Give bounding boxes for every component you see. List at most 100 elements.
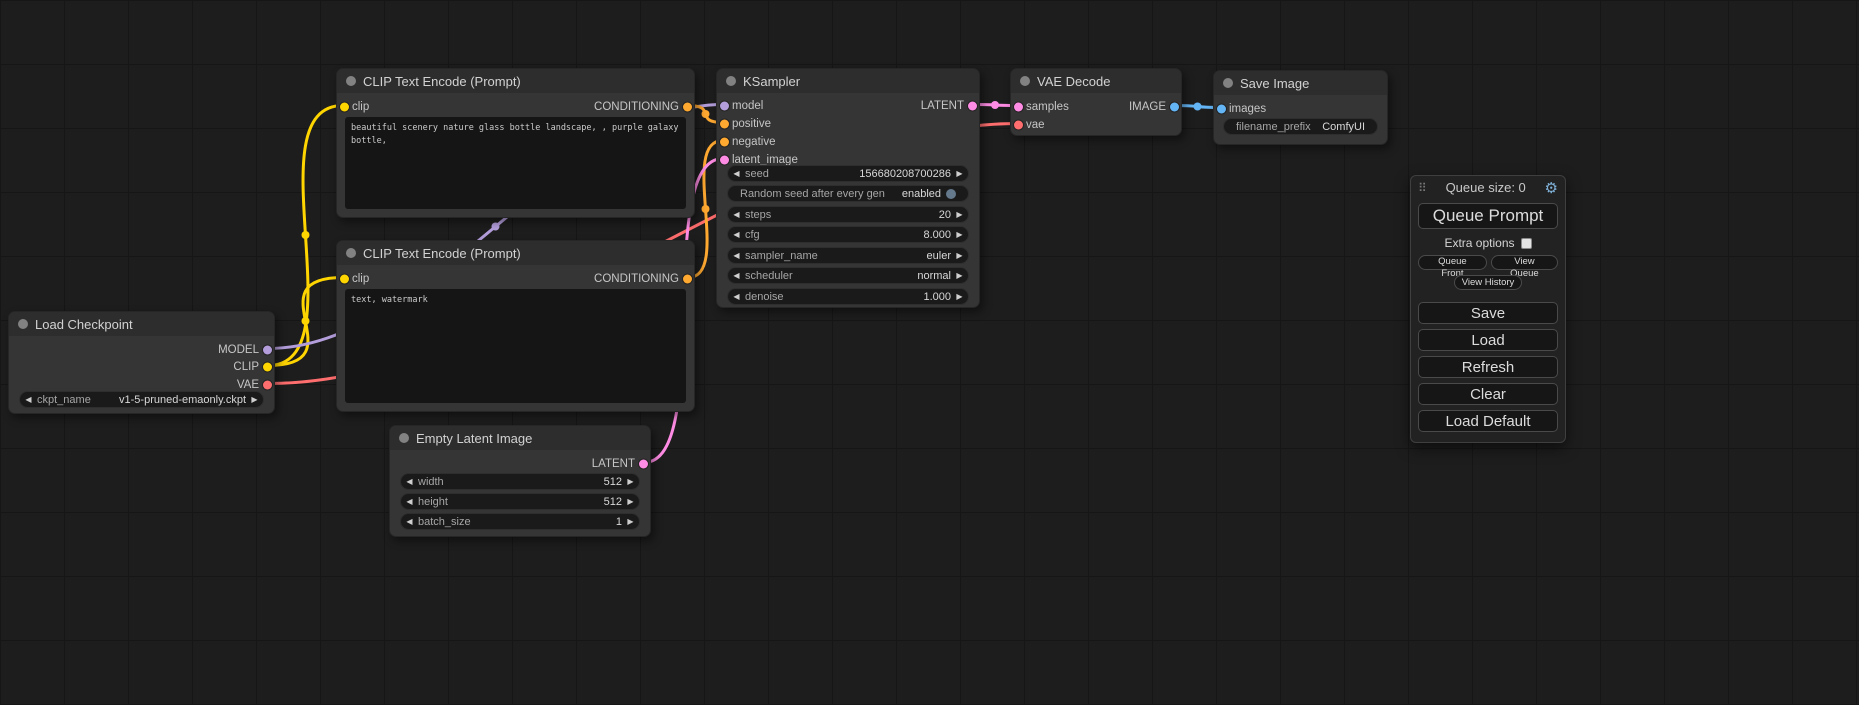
widget-scheduler[interactable]: ◀ scheduler normal ▶ [727, 267, 969, 284]
widget-steps[interactable]: ◀ steps 20 ▶ [727, 206, 969, 223]
slot-dot-model[interactable] [263, 345, 272, 354]
widget-width[interactable]: ◀ width 512 ▶ [400, 473, 640, 490]
arrow-left-icon[interactable]: ◀ [401, 514, 418, 529]
widget-seed[interactable]: ◀ seed 156680208700286 ▶ [727, 165, 969, 182]
output-slot-clip: CLIP [233, 359, 274, 374]
output-slot-conditioning: CONDITIONING [594, 271, 694, 286]
collapse-dot-icon[interactable] [1020, 76, 1030, 86]
output-slot-image: IMAGE [1129, 99, 1181, 114]
view-queue-button[interactable]: View Queue [1491, 255, 1558, 270]
arrow-left-icon[interactable]: ◀ [728, 289, 745, 304]
queue-actions-row: Queue Front View Queue [1418, 255, 1558, 270]
widget-cfg[interactable]: ◀ cfg 8.000 ▶ [727, 226, 969, 243]
queue-front-button[interactable]: Queue Front [1418, 255, 1487, 270]
node-empty-latent-image[interactable]: Empty Latent Image LATENT ◀ width 512 ▶ … [389, 425, 651, 537]
refresh-button[interactable]: Refresh [1418, 356, 1558, 378]
widget-sampler-name[interactable]: ◀ sampler_name euler ▶ [727, 247, 969, 264]
prompt-textarea[interactable]: beautiful scenery nature glass bottle la… [345, 117, 686, 209]
collapse-dot-icon[interactable] [346, 248, 356, 258]
load-default-button[interactable]: Load Default [1418, 410, 1558, 432]
widget-batch-size[interactable]: ◀ batch_size 1 ▶ [400, 513, 640, 530]
slot-dot-conditioning[interactable] [683, 274, 692, 283]
output-slot-conditioning: CONDITIONING [594, 99, 694, 114]
slot-dot-clip[interactable] [340, 102, 349, 111]
node-clip-text-encode-negative[interactable]: CLIP Text Encode (Prompt) clip CONDITION… [336, 240, 695, 412]
arrow-right-icon[interactable]: ▶ [951, 227, 968, 242]
drag-handle-icon[interactable]: ⠿ [1418, 181, 1427, 195]
node-title: Save Image [1240, 76, 1309, 91]
slot-dot-vae[interactable] [263, 380, 272, 389]
slot-dot-latent[interactable] [968, 101, 977, 110]
slot-dot-model[interactable] [720, 101, 729, 110]
node-title-bar[interactable]: VAE Decode [1011, 69, 1181, 93]
collapse-dot-icon[interactable] [726, 76, 736, 86]
arrow-left-icon[interactable]: ◀ [20, 392, 37, 407]
arrow-right-icon[interactable]: ▶ [951, 166, 968, 181]
slot-dot-image[interactable] [1217, 104, 1226, 113]
load-button[interactable]: Load [1418, 329, 1558, 351]
collapse-dot-icon[interactable] [18, 319, 28, 329]
arrow-left-icon[interactable]: ◀ [728, 268, 745, 283]
widget-height[interactable]: ◀ height 512 ▶ [400, 493, 640, 510]
arrow-right-icon[interactable]: ▶ [246, 392, 263, 407]
collapse-dot-icon[interactable] [346, 76, 356, 86]
arrow-left-icon[interactable]: ◀ [728, 166, 745, 181]
save-button[interactable]: Save [1418, 302, 1558, 324]
arrow-left-icon[interactable]: ◀ [401, 494, 418, 509]
slot-dot-conditioning[interactable] [683, 102, 692, 111]
slot-dot-image[interactable] [1170, 102, 1179, 111]
wire-midpoint-dot [302, 231, 310, 239]
slot-dot-latent[interactable] [720, 155, 729, 164]
prompt-textarea[interactable]: text, watermark [345, 289, 686, 403]
arrow-right-icon[interactable]: ▶ [622, 474, 639, 489]
collapse-dot-icon[interactable] [1223, 78, 1233, 88]
node-title-bar[interactable]: CLIP Text Encode (Prompt) [337, 69, 694, 93]
node-title-bar[interactable]: Save Image [1214, 71, 1387, 95]
arrow-right-icon[interactable]: ▶ [951, 289, 968, 304]
wire-midpoint-dot [492, 223, 500, 231]
extra-options-checkbox[interactable] [1521, 238, 1532, 249]
arrow-right-icon[interactable]: ▶ [622, 514, 639, 529]
node-title-bar[interactable]: CLIP Text Encode (Prompt) [337, 241, 694, 265]
wire-midpoint-dot [702, 205, 710, 213]
arrow-right-icon[interactable]: ▶ [951, 268, 968, 283]
arrow-left-icon[interactable]: ◀ [401, 474, 418, 489]
node-title: Empty Latent Image [416, 431, 532, 446]
history-row: View History [1418, 275, 1558, 290]
arrow-left-icon[interactable]: ◀ [728, 227, 745, 242]
slot-dot-latent[interactable] [639, 459, 648, 468]
clear-button[interactable]: Clear [1418, 383, 1558, 405]
widget-denoise[interactable]: ◀ denoise 1.000 ▶ [727, 288, 969, 305]
arrow-right-icon[interactable]: ▶ [951, 207, 968, 222]
node-save-image[interactable]: Save Image images filename_prefix ComfyU… [1213, 70, 1388, 145]
arrow-left-icon[interactable]: ◀ [728, 248, 745, 263]
widget-ckpt-name[interactable]: ◀ ckpt_name v1-5-pruned-emaonly.ckpt ▶ [19, 391, 264, 408]
queue-menu-panel: ⠿ Queue size: 0 ⚙ Queue Prompt Extra opt… [1410, 175, 1566, 443]
slot-dot-clip[interactable] [263, 362, 272, 371]
node-ksampler[interactable]: KSampler model positive negative latent_… [716, 68, 980, 308]
toggle-knob-icon[interactable] [946, 189, 956, 199]
collapse-dot-icon[interactable] [399, 433, 409, 443]
slot-dot-latent[interactable] [1014, 102, 1023, 111]
wire-midpoint-dot [302, 317, 310, 325]
arrow-left-icon[interactable]: ◀ [728, 207, 745, 222]
wire-midpoint-dot [1194, 103, 1202, 111]
widget-filename-prefix[interactable]: filename_prefix ComfyUI [1223, 118, 1378, 135]
node-vae-decode[interactable]: VAE Decode samples vae IMAGE [1010, 68, 1182, 136]
menu-header: ⠿ Queue size: 0 ⚙ [1418, 176, 1558, 199]
node-clip-text-encode-positive[interactable]: CLIP Text Encode (Prompt) clip CONDITION… [336, 68, 695, 218]
node-title-bar[interactable]: Load Checkpoint [9, 312, 274, 336]
node-load-checkpoint[interactable]: Load Checkpoint MODEL CLIP VAE ◀ ckpt_na… [8, 311, 275, 414]
arrow-right-icon[interactable]: ▶ [622, 494, 639, 509]
queue-prompt-button[interactable]: Queue Prompt [1418, 203, 1558, 229]
arrow-right-icon[interactable]: ▶ [951, 248, 968, 263]
slot-dot-vae[interactable] [1014, 120, 1023, 129]
slot-dot-conditioning[interactable] [720, 119, 729, 128]
node-title-bar[interactable]: KSampler [717, 69, 979, 93]
widget-random-seed-toggle[interactable]: Random seed after every gen enabled [727, 185, 969, 202]
node-title-bar[interactable]: Empty Latent Image [390, 426, 650, 450]
settings-gear-icon[interactable]: ⚙ [1545, 179, 1558, 197]
view-history-button[interactable]: View History [1454, 275, 1523, 290]
slot-dot-clip[interactable] [340, 274, 349, 283]
slot-dot-conditioning[interactable] [720, 137, 729, 146]
